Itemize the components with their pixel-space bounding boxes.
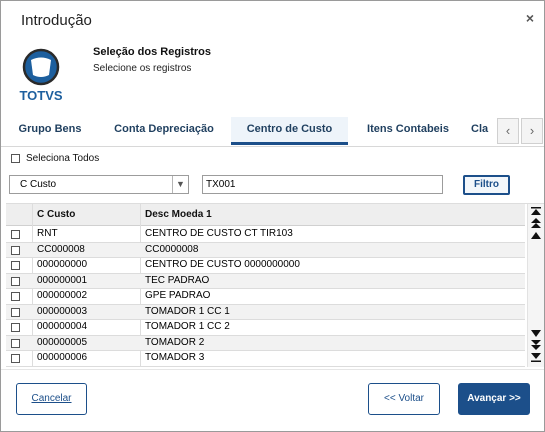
chevron-down-icon[interactable]: ▼ [172,176,188,193]
cell-c-custo: 000000002 [37,290,88,301]
scroll-bottom-icon[interactable] [530,352,542,363]
filter-value-input[interactable]: TX001 [202,175,443,194]
table-row[interactable]: 000000001 TEC PADRAO [6,273,525,289]
footer-divider [1,369,544,370]
tab-conta-depreciacao[interactable]: Conta Depreciação [103,117,225,145]
line-up-icon[interactable] [530,230,542,241]
cell-c-custo: 000000005 [37,336,88,348]
row-checkbox[interactable] [11,338,20,348]
close-icon[interactable]: × [526,10,534,26]
window-title: Introdução [21,12,92,29]
select-all-checkbox[interactable]: Seleciona Todos [11,153,99,164]
cell-c-custo: 000000004 [37,321,88,332]
checkbox-icon[interactable] [11,154,20,163]
dialog-window: Introdução × TOTVS Seleção dos Registros… [0,0,545,432]
cell-c-custo: 000000006 [37,352,88,363]
cell-c-custo: 000000001 [37,274,88,286]
table-row[interactable]: 000000006 TOMADOR 3 [6,351,525,367]
tab-cla[interactable]: Cla [471,117,493,145]
table-row[interactable]: 000000000 CENTRO DE CUSTO 0000000000 [6,258,525,274]
row-checkbox[interactable] [11,323,20,332]
cell-desc-moeda: TOMADOR 1 CC 1 [145,305,230,317]
cell-desc-moeda: TOMADOR 2 [145,336,205,348]
filter-field-select[interactable]: C Custo ▼ [9,175,189,194]
next-label: Avançar >> [467,393,521,404]
column-header-c-custo[interactable]: C Custo [37,209,75,220]
tab-grupo-bens[interactable]: Grupo Bens [9,117,91,145]
page-down-icon[interactable] [530,340,542,351]
row-checkbox[interactable] [11,245,20,255]
table-row[interactable]: 000000002 GPE PADRAO [6,289,525,305]
table-row[interactable]: 000000003 TOMADOR 1 CC 1 [6,304,525,320]
cell-c-custo: 000000000 [37,259,88,270]
tab-itens-contabeis[interactable]: Itens Contabeis [356,117,460,145]
cell-c-custo: 000000003 [37,305,88,317]
cancel-button[interactable]: Cancelar [16,383,87,415]
row-checkbox[interactable] [11,354,20,363]
filter-button[interactable]: Filtro [463,175,510,195]
cell-desc-moeda: TEC PADRAO [145,274,210,286]
table-row[interactable]: CC000008 CC0000008 [6,242,525,258]
tab-bar: Grupo Bens Conta Depreciação Centro de C… [1,115,544,147]
cell-desc-moeda: TOMADOR 3 [145,352,205,363]
select-all-label: Seleciona Todos [26,153,100,164]
row-checkbox[interactable] [11,292,20,301]
table-row[interactable]: RNT CENTRO DE CUSTO CT TIR103 [6,227,525,243]
cell-c-custo: RNT [37,228,58,239]
grid-header: C Custo Desc Moeda 1 [6,204,525,226]
grid-rows: RNT CENTRO DE CUSTO CT TIR103 CC000008 CC0… [6,227,525,367]
scroll-top-icon[interactable] [530,206,542,217]
cell-desc-moeda: TOMADOR 1 CC 2 [145,321,230,332]
back-button[interactable]: << Voltar [368,383,440,415]
filter-field-value: C Custo [20,179,57,190]
cell-c-custo: CC000008 [37,243,85,255]
line-down-icon[interactable] [530,328,542,339]
cell-desc-moeda: CENTRO DE CUSTO CT TIR103 [145,228,293,239]
header-title: Seleção dos Registros [93,46,211,58]
row-checkbox[interactable] [11,307,20,317]
tab-centro-de-custo[interactable]: Centro de Custo [231,117,348,145]
tab-prev-icon[interactable]: ‹ [497,118,519,144]
back-label: << Voltar [383,393,425,404]
grid-scrollbar[interactable] [527,204,544,367]
totvs-logo: TOTVS [19,48,63,103]
row-checkbox[interactable] [11,261,20,270]
header-subtitle: Selecione os registros [93,63,192,74]
row-checkbox[interactable] [11,230,20,239]
title-bar: Introdução × [1,1,544,39]
records-grid: C Custo Desc Moeda 1 RNT CENTRO DE CUSTO … [6,203,544,367]
tab-next-icon[interactable]: › [521,118,543,144]
cell-desc-moeda: CC0000008 [145,243,199,255]
cancel-label: Cancelar [31,393,72,404]
table-row[interactable]: 000000004 TOMADOR 1 CC 2 [6,320,525,336]
cell-desc-moeda: CENTRO DE CUSTO 0000000000 [145,259,300,270]
cell-desc-moeda: GPE PADRAO [145,290,211,301]
row-checkbox[interactable] [11,276,20,286]
table-row[interactable]: 000000005 TOMADOR 2 [6,335,525,351]
logo-text: TOTVS [19,88,62,103]
column-header-desc-moeda[interactable]: Desc Moeda 1 [145,209,212,220]
page-up-icon[interactable] [530,218,542,229]
next-button[interactable]: Avançar >> [458,383,530,415]
